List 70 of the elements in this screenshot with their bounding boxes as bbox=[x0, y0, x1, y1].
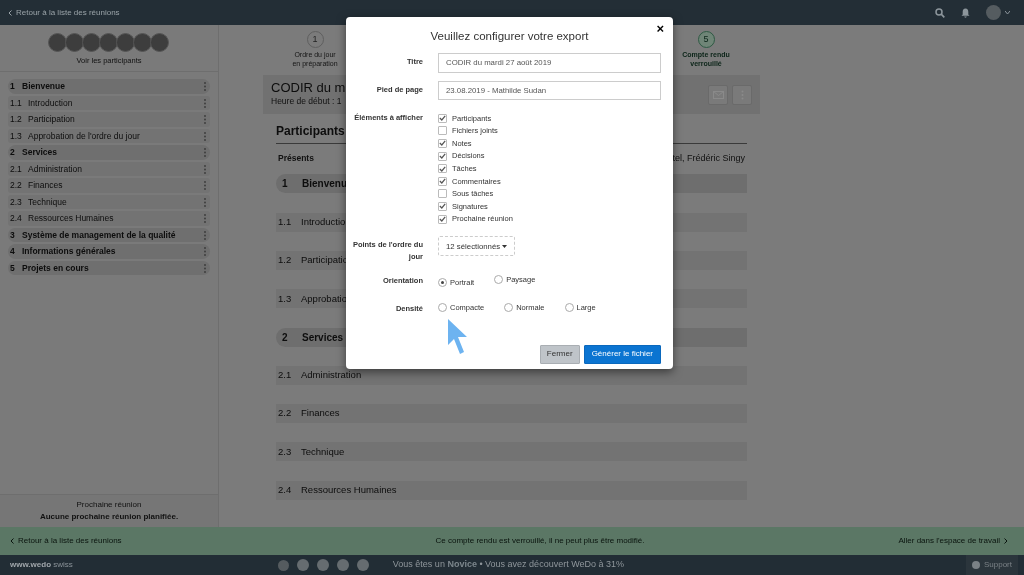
participant-avatar[interactable] bbox=[47, 33, 67, 52]
email-button[interactable] bbox=[708, 84, 728, 105]
start-time: Heure de début : 1 bbox=[271, 95, 343, 108]
agenda-item[interactable]: 5 Projets en cours bbox=[8, 260, 210, 276]
brand-logo: www.wedo swiss bbox=[10, 559, 73, 571]
checkbox[interactable] bbox=[438, 201, 447, 211]
checkbox[interactable] bbox=[438, 214, 447, 224]
agenda-item: 2.2 Finances bbox=[276, 404, 747, 424]
agenda-item[interactable]: 1.3 Approbation de l'ordre du jour bbox=[8, 128, 210, 144]
checkbox[interactable] bbox=[438, 151, 447, 161]
lock-message: Ce compte rendu est verrouillé, il ne peut plus être modifié. bbox=[434, 535, 645, 547]
progress-dot bbox=[296, 559, 309, 571]
participant-avatar[interactable] bbox=[64, 33, 84, 52]
checkbox[interactable] bbox=[438, 113, 447, 123]
participant-avatar[interactable] bbox=[115, 33, 135, 52]
chevron-icon bbox=[10, 538, 14, 544]
progress-dot bbox=[336, 559, 349, 571]
chevron-icon bbox=[1004, 538, 1008, 544]
checkbox[interactable] bbox=[438, 176, 447, 186]
radio-button[interactable] bbox=[438, 277, 447, 287]
back-link[interactable]: Retour à la liste des réunions bbox=[10, 535, 122, 547]
progress-dot bbox=[356, 559, 369, 571]
participant-avatar[interactable] bbox=[98, 33, 118, 52]
back-link[interactable]: Retour à la liste des réunions bbox=[8, 6, 120, 19]
present-label: Présents bbox=[278, 152, 314, 166]
caret-icon bbox=[502, 244, 508, 248]
participant-avatar[interactable] bbox=[81, 33, 101, 52]
radio-button[interactable] bbox=[564, 303, 574, 313]
next-meeting-value: Aucune prochaine réunion planifiée. bbox=[38, 511, 180, 523]
radio-button[interactable] bbox=[438, 303, 447, 313]
caret-icon bbox=[1005, 11, 1010, 14]
search-icon[interactable] bbox=[935, 7, 945, 18]
pointer-cursor-icon bbox=[447, 318, 468, 355]
help-icon bbox=[971, 561, 980, 569]
agenda-item[interactable]: 2 Services bbox=[8, 145, 210, 160]
agenda-item[interactable]: 2.1 Administration bbox=[8, 161, 210, 177]
close-button[interactable]: × bbox=[656, 22, 664, 35]
checkbox[interactable] bbox=[438, 189, 447, 199]
agenda-item: 2.4 Ressources Humaines bbox=[276, 480, 747, 500]
progress-message: Vous êtes un Novice • Vous avez découvert WeDo à 31% bbox=[392, 558, 624, 572]
user-avatar[interactable] bbox=[986, 5, 1001, 20]
agenda-item[interactable]: 4 Informations générales bbox=[8, 244, 210, 259]
agenda-item[interactable]: 1 Bienvenue bbox=[8, 79, 210, 94]
agenda-item: 2.3 Technique bbox=[276, 442, 747, 462]
meeting-title: CODIR du m bbox=[271, 80, 346, 96]
dialog-title: Veuillez configurer votre export bbox=[429, 29, 590, 44]
checkbox[interactable] bbox=[438, 126, 447, 136]
radio-button[interactable] bbox=[504, 303, 514, 313]
agenda-item[interactable]: 2.4 Ressources Humaines bbox=[8, 211, 210, 226]
next-meeting-label: Prochaine réunion bbox=[75, 499, 143, 511]
present-names: tel, Frédéric Singy bbox=[672, 152, 745, 166]
agenda-item[interactable]: 1.1 Introduction bbox=[8, 95, 210, 111]
workspace-link[interactable]: Aller dans l'espace de travail bbox=[898, 535, 1008, 547]
generate-button[interactable]: Générer le fichier bbox=[583, 344, 661, 364]
checkbox[interactable] bbox=[438, 139, 447, 148]
checkbox[interactable] bbox=[438, 164, 447, 174]
participant-avatar[interactable] bbox=[132, 33, 152, 52]
chevron-icon bbox=[8, 9, 12, 16]
more-button[interactable] bbox=[732, 84, 752, 105]
participant-avatar[interactable] bbox=[149, 33, 169, 52]
radio-button[interactable] bbox=[494, 274, 504, 284]
close-dialog-button[interactable]: Fermer bbox=[539, 344, 580, 364]
progress-dot bbox=[316, 559, 329, 571]
step-circle: 5 bbox=[697, 31, 715, 48]
bell-icon[interactable] bbox=[961, 7, 970, 18]
support-button[interactable]: Support bbox=[965, 555, 1018, 575]
agenda-item[interactable]: 1.2 Participation bbox=[8, 112, 210, 127]
agenda-item[interactable]: 2.3 Technique bbox=[8, 194, 210, 210]
agenda-item[interactable]: 2.2 Finances bbox=[8, 178, 210, 193]
agenda-item[interactable]: 3 Système de management de la qualité bbox=[8, 227, 210, 243]
